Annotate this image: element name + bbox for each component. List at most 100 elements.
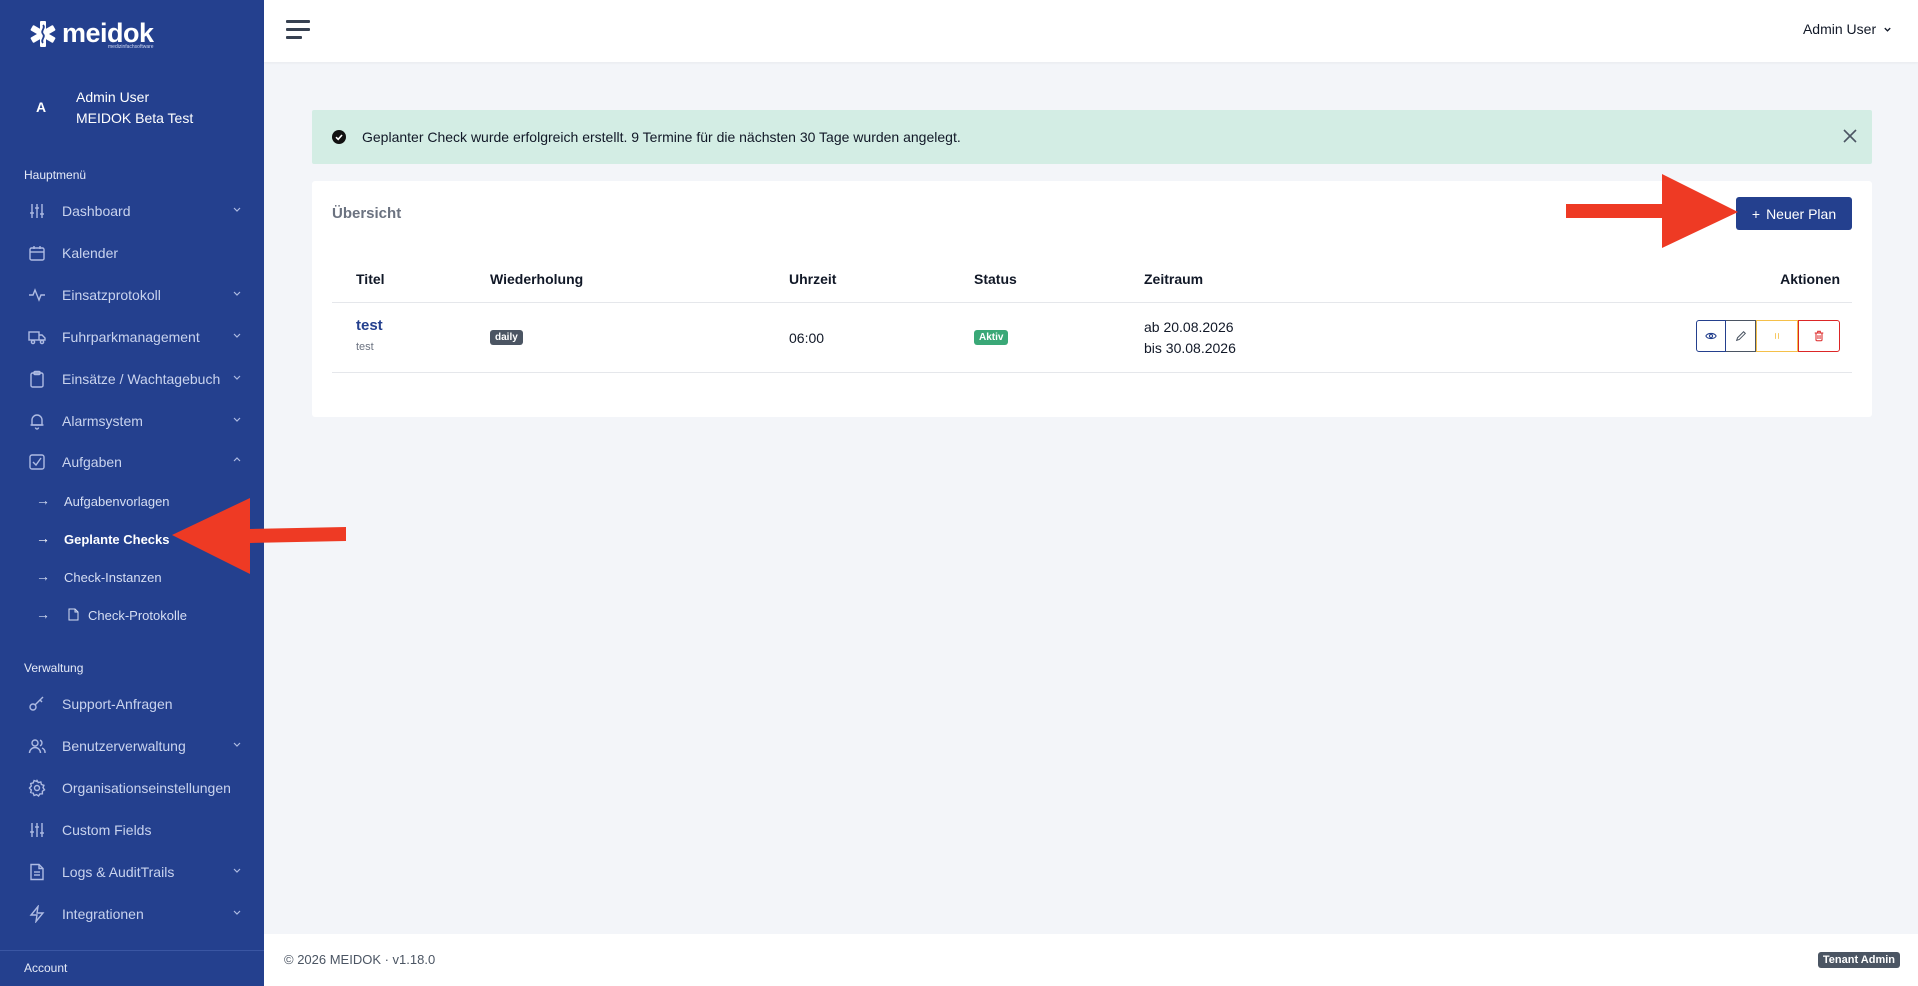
sidebar: meidok medizinfachsoftware A Admin User … [0, 0, 264, 986]
star-of-life-icon [30, 20, 56, 47]
view-button[interactable] [1696, 320, 1726, 352]
check-circle-icon [332, 130, 346, 144]
sidebar-item-label: Kalender [62, 245, 119, 261]
chevron-down-icon [233, 910, 241, 915]
chevron-down-icon [233, 333, 241, 338]
sidebar-item-support[interactable]: Support-Anfragen [0, 685, 264, 723]
pause-icon [1775, 333, 1779, 339]
chevron-down-icon [233, 291, 241, 296]
pause-button[interactable] [1756, 320, 1798, 352]
row-title-link[interactable]: test [356, 317, 383, 334]
new-plan-button[interactable]: + Neuer Plan [1736, 197, 1852, 230]
sidebar-item-kalender[interactable]: Kalender [0, 234, 264, 272]
new-plan-label: Neuer Plan [1766, 205, 1837, 222]
column-header-aktionen: Aktionen [1780, 271, 1840, 287]
sidebar-item-label: Organisationseinstellungen [62, 780, 231, 796]
sidebar-item-label: Benutzerverwaltung [62, 738, 186, 754]
plus-icon: + [1751, 205, 1761, 222]
column-header-uhrzeit[interactable]: Uhrzeit [789, 271, 836, 287]
sidebar-subitem-label: Check-Protokolle [88, 608, 187, 623]
alert-message: Geplanter Check wurde erfolgreich erstel… [362, 129, 961, 145]
sliders-icon [30, 823, 44, 837]
status-badge: Aktiv [974, 330, 1009, 345]
repeat-badge: daily [490, 330, 523, 345]
truck-icon [28, 331, 46, 345]
sidebar-item-custom-fields[interactable]: Custom Fields [0, 811, 264, 849]
pencil-icon [1735, 330, 1746, 342]
bell-icon [30, 414, 44, 430]
page-footer: © 2026 MEIDOK · v1.18.0 Tenant Admin [264, 934, 1918, 986]
card-title: Übersicht [332, 205, 402, 222]
row-actions [1696, 320, 1840, 352]
sidebar-subitem-label: Check-Instanzen [64, 570, 162, 585]
sidebar-subitem-label: Geplante Checks [64, 532, 170, 547]
gear-icon [28, 779, 46, 797]
row-time: 06:00 [789, 330, 825, 346]
edit-button[interactable] [1726, 320, 1756, 352]
arrow-right-icon: → [36, 606, 50, 622]
chevron-down-icon [233, 207, 241, 212]
section-label-main: Hauptmenü [24, 168, 87, 182]
sidebar-item-label: Dashboard [62, 203, 131, 219]
calendar-icon [29, 246, 45, 261]
eye-icon [1705, 332, 1717, 340]
sidebar-item-benutzerverwaltung[interactable]: Benutzerverwaltung [0, 727, 264, 765]
sidebar-item-label: Einsätze / Wachtagebuch [62, 371, 221, 387]
chevron-up-icon [233, 457, 241, 462]
sidebar-subitem-label: Aufgabenvorlagen [64, 494, 170, 509]
menu-toggle-icon[interactable] [286, 20, 310, 40]
sidebar-item-fuhrparkmanagement[interactable]: Fuhrparkmanagement [0, 318, 264, 356]
column-header-zeitraum[interactable]: Zeitraum [1144, 271, 1203, 287]
chevron-down-icon [233, 742, 241, 747]
sidebar-item-dashboard[interactable]: Dashboard [0, 192, 264, 230]
delete-button[interactable] [1798, 320, 1840, 352]
sidebar-item-einsatzprotokoll[interactable]: Einsatzprotokoll [0, 276, 264, 314]
trash-icon [1814, 330, 1824, 342]
sidebar-item-einsaetze[interactable]: Einsätze / Wachtagebuch [0, 360, 264, 398]
sidebar-item-label: Einsatzprotokoll [62, 287, 161, 303]
chevron-down-icon [233, 375, 241, 380]
sidebar-item-label: Support-Anfragen [62, 696, 173, 712]
sidebar-item-label: Integrationen [62, 906, 144, 922]
row-divider [332, 372, 1852, 373]
users-icon [28, 739, 46, 754]
section-label-admin: Verwaltung [24, 661, 84, 675]
sidebar-item-alarmsystem[interactable]: Alarmsystem [0, 402, 264, 440]
arrow-right-icon: → [36, 530, 50, 546]
checkbox-icon [29, 454, 45, 470]
sidebar-item-logs[interactable]: Logs & AuditTrails [0, 853, 264, 891]
close-icon[interactable] [1840, 126, 1860, 146]
sidebar-subitem-check-protokolle[interactable]: → Check-Protokolle [0, 600, 264, 630]
clipboard-icon [30, 370, 44, 388]
sidebar-user-name: Admin User [76, 89, 150, 105]
sidebar-item-integrationen[interactable]: Integrationen [0, 895, 264, 933]
sidebar-item-label: Fuhrparkmanagement [62, 329, 200, 345]
file-icon [30, 863, 44, 881]
topbar: Admin User [264, 0, 1918, 62]
success-alert: Geplanter Check wurde erfolgreich erstel… [312, 110, 1872, 164]
sidebar-item-aufgaben[interactable]: Aufgaben [0, 443, 264, 481]
sidebar-item-label: Aufgaben [62, 454, 122, 470]
sidebar-item-organisationseinstellungen[interactable]: Organisationseinstellungen [0, 769, 264, 807]
annotation-arrow-geplante-checks [172, 498, 346, 574]
column-header-titel[interactable]: Titel [356, 271, 385, 287]
sidebar-user-org: MEIDOK Beta Test [76, 110, 194, 126]
sidebar-item-label: Alarmsystem [62, 413, 143, 429]
arrow-right-icon: → [36, 568, 50, 584]
bolt-icon [29, 905, 45, 923]
sliders-icon [30, 204, 44, 218]
sidebar-user[interactable]: A Admin User MEIDOK Beta Test [0, 86, 264, 130]
key-icon [29, 696, 44, 711]
file-pdf-icon [68, 608, 79, 621]
chevron-down-icon [233, 868, 241, 873]
column-header-status[interactable]: Status [974, 271, 1017, 287]
user-menu-label: Admin User [1802, 21, 1877, 37]
user-menu[interactable]: Admin User [1803, 21, 1892, 37]
chevron-down-icon [1884, 27, 1891, 32]
column-header-wiederholung[interactable]: Wiederholung [490, 271, 583, 287]
chevron-down-icon [233, 417, 241, 422]
role-badge: Tenant Admin [1817, 952, 1900, 968]
sidebar-footer-account[interactable]: Account [24, 961, 67, 975]
row-period-from: ab 20.08.2026 [1144, 319, 1234, 335]
avatar: A [36, 99, 47, 115]
